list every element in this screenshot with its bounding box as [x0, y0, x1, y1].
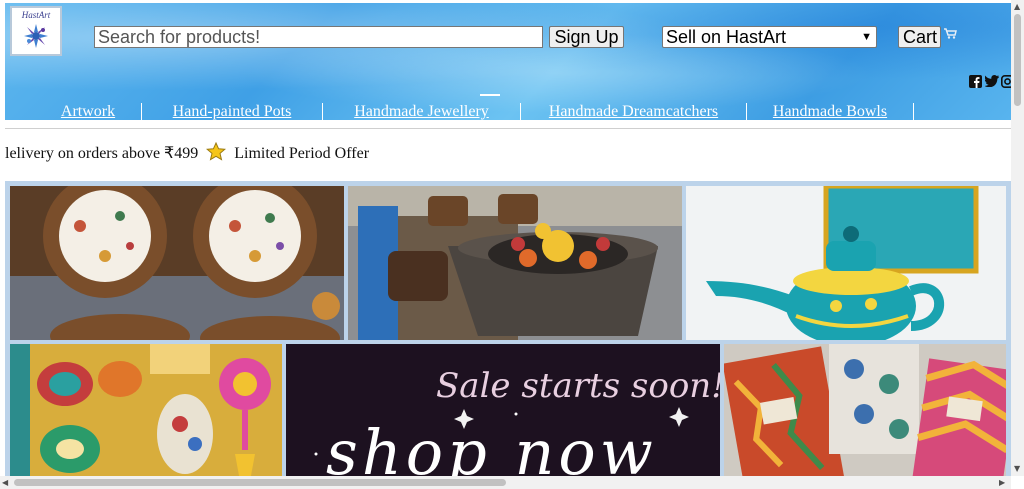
sale-headline: Sale starts soon! [436, 366, 720, 406]
vertical-scrollbar[interactable]: ▲ ▼ [1011, 0, 1024, 476]
nav-divider [913, 103, 914, 120]
nav-item-handmade-bowls[interactable]: Handmade Bowls [747, 103, 913, 121]
gallery-tile-crafts[interactable] [10, 344, 282, 481]
search-input[interactable] [94, 26, 543, 48]
instagram-icon[interactable] [1001, 75, 1011, 88]
product-gallery: Sale starts soon! shop now [5, 181, 1011, 481]
horizontal-scroll-thumb[interactable] [14, 479, 506, 486]
scroll-right-arrow-icon[interactable]: ▶ [999, 478, 1005, 487]
star-icon [206, 142, 227, 161]
nav-item-hand-painted-pots[interactable]: Hand-painted Pots [142, 103, 322, 121]
twitter-icon[interactable] [985, 75, 999, 87]
nav-item-handmade-jewellery[interactable]: Handmade Jewellery [323, 103, 520, 121]
facebook-icon[interactable] [969, 75, 982, 88]
plates-image [10, 186, 344, 340]
teapot-image [686, 186, 1006, 340]
carousel-indicator [480, 94, 500, 96]
logo-flower-icon [24, 24, 48, 48]
sell-on-hastart-select[interactable]: Sell on HastArt ▼ [662, 26, 877, 48]
logo-text: HastArt [21, 10, 51, 20]
shop-now-text: shop now [326, 416, 657, 481]
crafts-image [10, 344, 282, 481]
hastart-logo[interactable]: HastArt [10, 6, 62, 56]
nav-item-artwork[interactable]: Artwork [33, 103, 143, 121]
gallery-tile-plates[interactable] [10, 186, 344, 340]
flower-bowl-image [348, 186, 682, 340]
gallery-tile-notebooks[interactable] [724, 344, 1006, 481]
scroll-down-arrow-icon[interactable]: ▼ [1014, 464, 1020, 473]
gallery-tile-bowl[interactable] [348, 186, 682, 340]
horizontal-scrollbar[interactable]: ◀ ▶ [0, 476, 1011, 489]
offer-marquee: lelivery on orders above ₹499 Limited Pe… [5, 142, 369, 163]
sign-up-button[interactable]: Sign Up [549, 26, 624, 48]
scroll-left-arrow-icon[interactable]: ◀ [2, 478, 8, 487]
offer-text-delivery: lelivery on orders above ₹499 [5, 145, 199, 162]
sell-select-value: Sell on HastArt [666, 27, 787, 47]
cart-button[interactable]: Cart [898, 26, 941, 48]
site-header: HastArt Sign Up Sell on HastArt ▼ Cart A… [5, 3, 1011, 122]
category-nav: Artwork Hand-painted Pots Handmade Jewel… [5, 103, 1011, 122]
offer-text-limited: Limited Period Offer [234, 145, 370, 162]
sale-banner[interactable]: Sale starts soon! shop now [286, 344, 720, 481]
header-divider [5, 128, 1011, 129]
nav-item-handmade-dreamcatchers[interactable]: Handmade Dreamcatchers [521, 103, 746, 121]
vertical-scroll-thumb[interactable] [1014, 14, 1021, 106]
scroll-up-arrow-icon[interactable]: ▲ [1014, 2, 1020, 11]
notebooks-image [724, 344, 1006, 481]
cart-icon[interactable] [943, 27, 957, 39]
chevron-down-icon: ▼ [861, 31, 872, 43]
gallery-tile-teapot[interactable] [686, 186, 1006, 340]
